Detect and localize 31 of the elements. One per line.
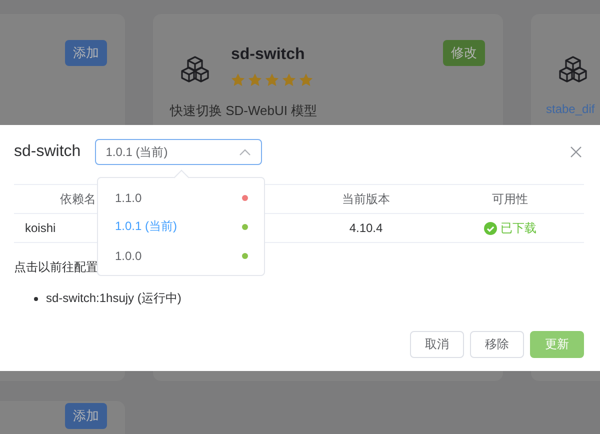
add-button[interactable]: 添加 <box>65 40 107 66</box>
star-icon <box>248 73 262 87</box>
dialog-button[interactable]: 移除 <box>470 331 524 358</box>
dialog-title: sd-switch <box>14 143 81 161</box>
star-icon <box>282 73 296 87</box>
star-icon <box>265 73 279 87</box>
dialog-button[interactable]: 取消 <box>410 331 464 358</box>
check-circle-icon <box>484 222 496 234</box>
column-header: 可用性 <box>492 190 528 208</box>
add-button[interactable]: 添加 <box>65 403 107 429</box>
table-cell: koishi <box>25 221 56 235</box>
version-select[interactable]: 1.0.1 (当前) <box>94 139 262 165</box>
table-cell: 4.10.4 <box>349 221 383 235</box>
dropdown-option[interactable]: 1.0.1 (当前) <box>98 212 264 241</box>
bullet-icon <box>34 296 38 300</box>
instance-label: sd-switch:1hsujy (运行中) <box>46 290 182 307</box>
caret-icon <box>238 148 251 156</box>
star-icon <box>299 73 313 87</box>
cubes-icon <box>559 54 589 84</box>
plugin-name: sd-switch <box>231 45 306 65</box>
plugin-description: 快速切换 SD-WebUI 模型 <box>170 102 318 120</box>
dropdown-option[interactable]: 1.0.0 <box>98 241 264 270</box>
availability-status: 已下载 <box>484 220 536 236</box>
close-icon[interactable] <box>570 146 582 158</box>
cubes-icon <box>181 54 211 84</box>
dropdown-option[interactable]: 1.1.0 <box>98 183 264 212</box>
hint-text: 点击以前往配置 <box>14 259 99 276</box>
column-header: 当前版本 <box>342 190 390 208</box>
star-icon <box>231 73 245 87</box>
edit-button[interactable]: 修改 <box>443 40 485 66</box>
column-header: 依赖名 <box>60 190 96 208</box>
